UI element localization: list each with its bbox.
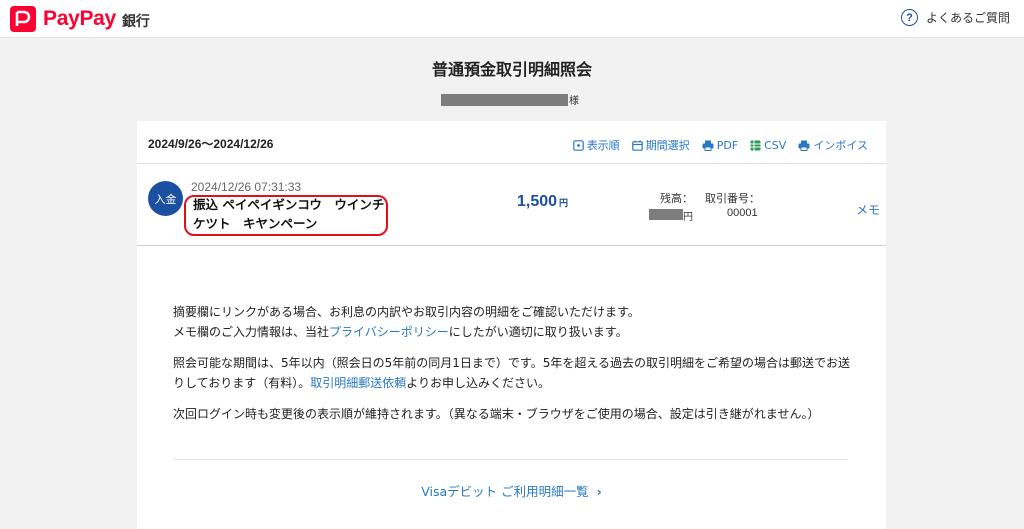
paypay-bank-logo[interactable]: PayPay 銀行 (10, 6, 150, 32)
spreadsheet-icon (750, 140, 761, 150)
statement-toolbar: 2024/9/26〜2024/12/26 表示順 期間選択 PDF CSV イン… (137, 121, 886, 164)
top-header: PayPay 銀行 ? よくあるご質問 (0, 0, 1024, 38)
logo-subtext: 銀行 (121, 13, 150, 30)
transaction-datetime: 2024/12/26 07:31:33 (191, 180, 302, 194)
note-1-line-2-pre: メモ欄のご入力情報は、当社 (173, 324, 330, 339)
amount-unit: 円 (559, 198, 569, 208)
balance-unit: 円 (683, 212, 693, 223)
page-title: 普通預金取引明細照会 (431, 60, 592, 79)
visa-debit-statement-link[interactable]: Visaデビット ご利用明細一覧 › (137, 481, 886, 500)
visa-link-label: Visaデビット ご利用明細一覧 (421, 484, 589, 499)
pdf-button[interactable]: PDF (702, 137, 738, 153)
name-honorific: 様 (569, 96, 579, 107)
deposit-badge: 入金 (148, 181, 183, 216)
section-divider (173, 459, 848, 460)
description-line-2: ケツト キヤンペーン (193, 216, 318, 231)
invoice-label: インボイス (813, 139, 868, 152)
faq-label: よくあるご質問 (925, 11, 1010, 25)
toolbar-actions: 表示順 期間選択 PDF CSV インボイス (561, 137, 868, 153)
period-range: 2024/9/26〜2024/12/26 (148, 137, 274, 151)
statement-card: 2024/9/26〜2024/12/26 表示順 期間選択 PDF CSV イン… (137, 121, 886, 529)
transaction-amount: 1,500 円 (517, 193, 568, 211)
pdf-label: PDF (716, 138, 739, 152)
note-paragraph-1: 摘要欄にリンクがある場合、お利息の内訳やお取引内容の明細をご確認いただけます。 … (173, 303, 853, 342)
transaction-row: 入金 2024/12/26 07:31:33 振込 ペイペイギンコウ ウインチ … (137, 164, 886, 246)
transaction-description: 振込 ペイペイギンコウ ウインチ ケツト キヤンペーン (193, 195, 389, 233)
mail-statement-request-link[interactable]: 取引明細郵送依頼 (310, 376, 406, 390)
note-paragraph-2: 照会可能な期間は、5年以内（照会日の5年前の同月1日まで）です。5年を超える過去… (173, 354, 853, 393)
customer-name: 様 (441, 92, 579, 107)
paypay-logo-icon (10, 6, 36, 32)
redacted-name (441, 93, 568, 106)
memo-link[interactable]: メモ (856, 201, 880, 218)
period-select-label: 期間選択 (645, 139, 690, 152)
sort-icon (572, 139, 584, 151)
note-2-post: よりお申し込みください。 (406, 375, 551, 390)
invoice-button[interactable]: インボイス (798, 137, 868, 153)
privacy-policy-link[interactable]: プライバシーポリシー (329, 325, 449, 339)
notes-section: 摘要欄にリンクがある場合、お利息の内訳やお取引内容の明細をご確認いただけます。 … (173, 303, 853, 437)
sort-order-label: 表示順 (586, 139, 620, 152)
note-1-line-2-post: にしたがい適切に取り扱います。 (448, 324, 628, 339)
note-paragraph-3: 次回ログイン時も変更後の表示順が維持されます。（異なる端末・ブラウザをご使用の場… (173, 407, 820, 421)
csv-label: CSV (764, 138, 787, 152)
redacted-balance (649, 209, 683, 220)
balance-label: 残高： (660, 192, 693, 205)
amount-value: 1,500 (517, 193, 558, 210)
printer-icon (798, 140, 810, 151)
help-icon: ? (900, 9, 918, 26)
chevron-right-icon: › (596, 484, 602, 499)
sort-order-button[interactable]: 表示順 (572, 137, 620, 153)
description-line-1: 振込 ペイペイギンコウ ウインチ (193, 197, 385, 212)
csv-button[interactable]: CSV (750, 137, 786, 153)
calendar-icon (631, 140, 643, 151)
faq-link[interactable]: ? よくあるご質問 (900, 9, 1010, 26)
transaction-number: 00001 (727, 207, 758, 219)
logo-text: PayPay (43, 7, 116, 30)
note-1-line-1: 摘要欄にリンクがある場合、お利息の内訳やお取引内容の明細をご確認いただけます。 (173, 305, 640, 319)
transaction-number-label: 取引番号： (705, 192, 760, 205)
printer-icon (702, 140, 714, 151)
period-select-button[interactable]: 期間選択 (631, 137, 690, 153)
